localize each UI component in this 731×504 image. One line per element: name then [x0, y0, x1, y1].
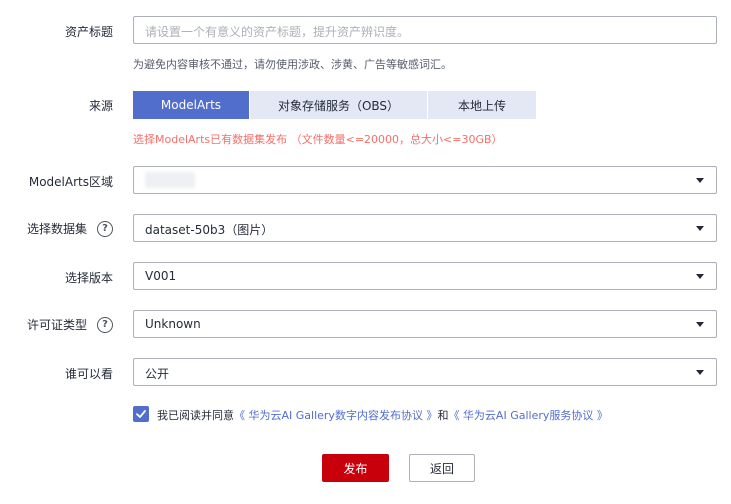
version-value: V001 [145, 269, 177, 283]
agreement-and: 和 [437, 409, 449, 422]
publish-button[interactable]: 发布 [322, 454, 389, 482]
visibility-label: 谁可以看 [64, 367, 113, 381]
region-value-redacted [145, 172, 195, 188]
license-label: 许可证类型 [26, 318, 87, 332]
source-note: 选择ModelArts已有数据集发布 （文件数量<=20000，总大小<=30G… [133, 133, 503, 146]
source-option-local-upload[interactable]: 本地上传 [428, 91, 536, 119]
publish-agreement-link[interactable]: 《 华为云AI Gallery数字内容发布协议 》 [234, 409, 437, 422]
title-placeholder: 请设置一个有意义的资产标题，提升资产辨识度。 [145, 25, 410, 39]
license-select[interactable]: Unknown [133, 310, 717, 338]
title-label: 资产标题 [64, 25, 113, 39]
service-agreement-link[interactable]: 《 华为云AI Gallery服务协议 》 [448, 409, 607, 422]
caret-down-icon [696, 274, 704, 279]
license-value: Unknown [145, 317, 201, 331]
caret-down-icon [696, 226, 704, 231]
region-label: ModelArts区域 [28, 175, 113, 189]
check-icon [136, 410, 146, 418]
agreement-prefix: 我已阅读并同意 [157, 409, 234, 422]
question-circle-icon[interactable]: ? [97, 316, 113, 333]
version-select[interactable]: V001 [133, 262, 717, 290]
caret-down-icon [696, 322, 704, 327]
visibility-select[interactable]: 公开 [133, 358, 717, 386]
visibility-value: 公开 [145, 367, 170, 381]
source-label: 来源 [88, 99, 113, 113]
question-circle-icon[interactable]: ? [97, 220, 113, 237]
dataset-label-row: 选择数据集 ? [27, 220, 113, 237]
version-label: 选择版本 [64, 271, 113, 285]
agreement-text: 我已阅读并同意《 华为云AI Gallery数字内容发布协议 》和《 华为云AI… [157, 407, 608, 423]
title-hint: 为避免内容审核不通过，请勿使用涉政、涉黄、广告等敏感词汇。 [133, 58, 452, 71]
dataset-select[interactable]: dataset-50b3（图片） [133, 214, 717, 242]
dataset-label: 选择数据集 [26, 222, 87, 236]
source-option-modelarts[interactable]: ModelArts [133, 91, 249, 119]
dataset-value: dataset-50b3（图片） [145, 223, 274, 237]
back-button[interactable]: 返回 [409, 454, 475, 482]
title-input[interactable]: 请设置一个有意义的资产标题，提升资产辨识度。 [133, 16, 717, 44]
agreement-checkbox[interactable] [133, 406, 149, 422]
caret-down-icon [696, 370, 704, 375]
license-label-row: 许可证类型 ? [27, 316, 113, 333]
region-select[interactable] [133, 166, 717, 194]
caret-down-icon [696, 178, 704, 183]
source-option-obs[interactable]: 对象存储服务（OBS） [250, 91, 427, 119]
